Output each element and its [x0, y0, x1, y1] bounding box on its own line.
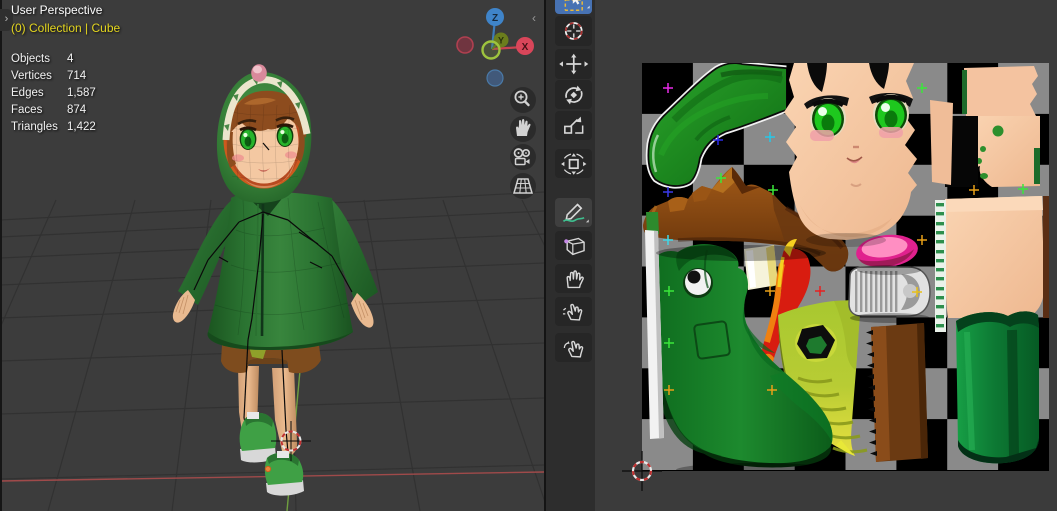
svg-text:X: X [522, 42, 529, 53]
svg-text:Y: Y [498, 36, 504, 46]
svg-text:Z: Z [492, 13, 498, 24]
